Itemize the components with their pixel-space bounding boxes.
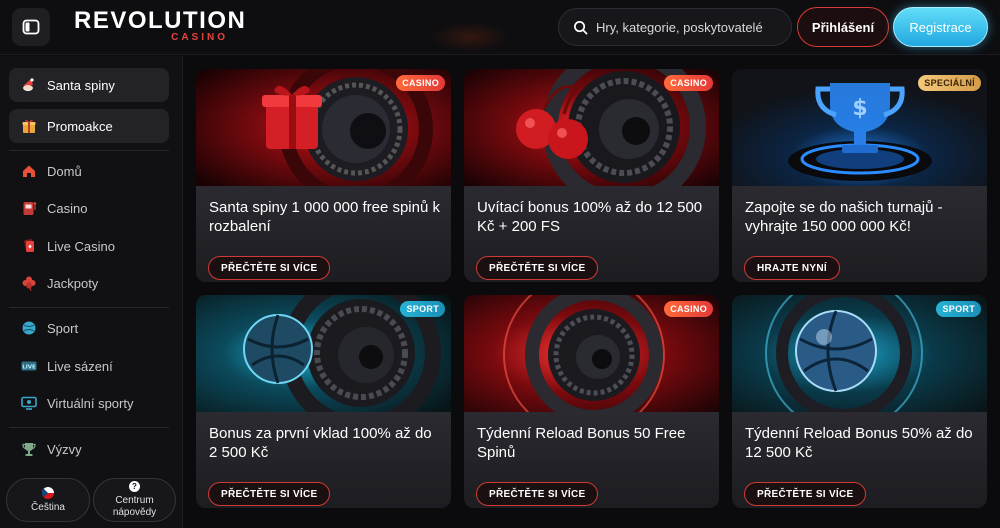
sidebar-item-domu[interactable]: Domů: [9, 156, 169, 186]
gift-icon: [21, 118, 37, 134]
promo-card[interactable]: CASINO Uvítací bonus 100% až do 12 500 K…: [464, 69, 719, 282]
clover-icon: [21, 275, 37, 291]
help-label-line2: nápovědy: [112, 507, 157, 518]
promo-card-title: Bonus za první vklad 100% až do 2 500 Kč: [209, 425, 432, 461]
sidebar-item-label: Live Casino: [47, 238, 115, 254]
slot-machine-icon: [21, 200, 37, 216]
search-box[interactable]: [558, 8, 792, 46]
sidebar-item-live-casino[interactable]: Live Casino: [9, 231, 169, 261]
promo-card-body: Týdenní Reload Bonus 50 Free Spinů PŘEČT…: [464, 412, 719, 508]
sidebar-item-label: Santa spiny: [47, 77, 115, 93]
category-badge: CASINO: [664, 301, 713, 317]
category-badge: CASINO: [664, 75, 713, 91]
challenge-icon: [21, 441, 37, 457]
sidebar-item-live-sazeni[interactable]: LIVE Live sázení: [9, 351, 169, 381]
sidebar-item-sport[interactable]: Sport: [9, 313, 169, 343]
santa-icon: [21, 77, 37, 93]
sidebar-item-label: Výzvy: [47, 441, 82, 457]
logo-subtext: CASINO: [171, 32, 228, 43]
category-badge: SPORT: [400, 301, 445, 317]
sidebar-item-promoakce[interactable]: Promoakce: [9, 109, 169, 143]
live-casino-icon: [21, 238, 37, 254]
logo-text: REVOLUTION: [74, 7, 247, 34]
ball-icon: [21, 320, 37, 336]
live-badge-icon: LIVE: [21, 358, 37, 374]
sidebar-divider: [9, 307, 169, 308]
sidebar-toggle-icon: [22, 19, 40, 35]
promo-card[interactable]: SPORT Týdenní Reload Bonus 50% až do 12 …: [732, 295, 987, 508]
sidebar-item-vyzvy[interactable]: Výzvy: [9, 434, 169, 464]
sidebar-item-label: Domů: [47, 163, 82, 179]
language-label: Čeština: [31, 501, 65, 513]
promo-card[interactable]: $ SPECIÁLNÍ Zapojte se do našich turnajů…: [732, 69, 987, 282]
sidebar-item-label: Jackpoty: [47, 275, 99, 291]
promo-card-body: Bonus za první vklad 100% až do 2 500 Kč…: [196, 412, 451, 508]
promo-card[interactable]: CASINO Santa spiny 1 000 000 free spinů …: [196, 69, 451, 282]
read-more-button[interactable]: PŘEČTĚTE SI VÍCE: [476, 256, 599, 280]
sidebar-toggle-button[interactable]: [12, 8, 50, 46]
read-more-button[interactable]: PŘEČTĚTE SI VÍCE: [208, 482, 331, 506]
promo-card[interactable]: SPORT Bonus za první vklad 100% až do 2 …: [196, 295, 451, 508]
promo-card-title: Týdenní Reload Bonus 50% až do 12 500 Kč: [745, 425, 973, 461]
revolution-casino-logo[interactable]: REVOLUTION CASINO: [74, 7, 245, 45]
svg-text:LIVE: LIVE: [22, 365, 36, 371]
home-icon: [21, 163, 37, 179]
help-center-button[interactable]: ? Centrum nápovědy: [93, 478, 176, 522]
sidebar-item-label: Sport: [47, 320, 79, 336]
promo-card-title: Zapojte se do našich turnajů - vyhrajte …: [745, 199, 943, 235]
virtual-sports-icon: [21, 395, 37, 411]
read-more-button[interactable]: PŘEČTĚTE SI VÍCE: [476, 482, 599, 506]
promo-card-body: Týdenní Reload Bonus 50% až do 12 500 Kč…: [732, 412, 987, 508]
sidebar-item-virtualni-sporty[interactable]: Virtuální sporty: [9, 388, 169, 418]
sidebar-item-santa-spiny[interactable]: Santa spiny: [9, 68, 169, 102]
sidebar-item-casino[interactable]: Casino: [9, 193, 169, 223]
promo-card-title: Santa spiny 1 000 000 free spinů k rozba…: [209, 199, 440, 235]
category-badge: SPECIÁLNÍ: [918, 75, 981, 91]
promo-card-body: Santa spiny 1 000 000 free spinů k rozba…: [196, 186, 451, 282]
header-glow-decoration: [430, 22, 510, 52]
search-input[interactable]: [596, 19, 776, 35]
promo-card-body: Zapojte se do našich turnajů - vyhrajte …: [732, 186, 987, 282]
top-header: REVOLUTION CASINO Přihlášení Registrace: [0, 0, 1000, 55]
promo-card-title: Uvítací bonus 100% až do 12 500 Kč + 200…: [477, 199, 703, 235]
sidebar-item-label: Casino: [47, 200, 88, 216]
sidebar-divider: [9, 427, 169, 428]
sidebar-item-jackpoty[interactable]: Jackpoty: [9, 268, 169, 298]
register-button[interactable]: Registrace: [893, 7, 988, 47]
category-badge: CASINO: [396, 75, 445, 91]
read-more-button[interactable]: PŘEČTĚTE SI VÍCE: [208, 256, 331, 280]
sidebar: Santa spiny Promoakce Domů Casino Live C…: [0, 56, 183, 528]
language-selector-button[interactable]: Čeština: [6, 478, 90, 522]
svg-text:$: $: [852, 96, 867, 121]
czech-flag-icon: [42, 486, 54, 499]
sidebar-item-label: Virtuální sporty: [47, 395, 134, 411]
read-more-button[interactable]: PŘEČTĚTE SI VÍCE: [744, 482, 867, 506]
promo-card[interactable]: CASINO Týdenní Reload Bonus 50 Free Spin…: [464, 295, 719, 508]
help-icon: ?: [129, 481, 140, 492]
sidebar-divider: [9, 150, 169, 151]
sidebar-item-label: Live sázení: [47, 358, 113, 374]
play-now-button[interactable]: HRAJTE NYNÍ: [744, 256, 840, 280]
sidebar-item-label: Promoakce: [47, 118, 113, 134]
login-button[interactable]: Přihlášení: [797, 7, 889, 47]
promo-card-title: Týdenní Reload Bonus 50 Free Spinů: [477, 425, 686, 461]
help-label-line1: Centrum: [115, 495, 154, 506]
category-badge: SPORT: [936, 301, 981, 317]
search-icon: [574, 20, 588, 34]
promo-card-body: Uvítací bonus 100% až do 12 500 Kč + 200…: [464, 186, 719, 282]
